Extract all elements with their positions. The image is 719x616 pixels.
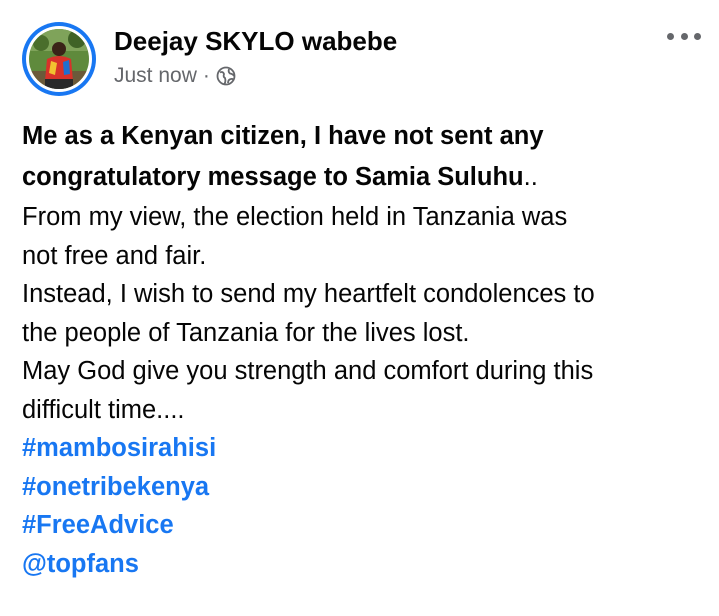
post-text-line: the people of Tanzania for the lives los… — [22, 318, 470, 347]
post-text-line: not free and fair. — [22, 241, 207, 270]
profile-photo — [29, 29, 89, 89]
post-text-line: Me as a Kenyan citizen, I have not sent … — [22, 122, 544, 150]
facebook-post: Deejay SKYLO wabebe Just now · Me as a K… — [0, 0, 719, 616]
avatar[interactable] — [29, 29, 89, 89]
post-body: Me as a Kenyan citizen, I have not sent … — [22, 116, 707, 583]
post-text-line: May God give you strength and comfort du… — [22, 357, 594, 385]
globe-icon[interactable] — [216, 66, 236, 86]
hashtag-link[interactable]: #onetribekenya — [22, 468, 707, 507]
more-dot — [680, 32, 688, 40]
avatar-border — [26, 26, 92, 92]
post-text-line: difficult time.... — [22, 395, 185, 424]
post-text-bold: congratulatory message to Samia Suluhu — [22, 163, 524, 191]
post-text-line: Instead, I wish to send my heartfelt con… — [22, 280, 595, 308]
post-text-line: congratulatory message to Samia Suluhu.. — [22, 157, 707, 198]
post-text-tail: .. — [523, 163, 538, 191]
more-dot — [694, 32, 701, 40]
post-meta: Just now · — [114, 64, 236, 88]
post-author-name[interactable]: Deejay SKYLO wabebe — [114, 26, 397, 57]
post-timestamp[interactable]: Just now — [114, 64, 197, 88]
mention-link[interactable]: @topfans — [22, 545, 707, 584]
post-text-line: From my view, the election held in Tanza… — [22, 203, 568, 231]
story-ring[interactable] — [22, 22, 96, 96]
more-horizontal-icon[interactable] — [667, 26, 701, 46]
meta-separator: · — [202, 64, 210, 87]
more-dot — [667, 32, 674, 40]
hashtag-link[interactable]: #FreeAdvice — [22, 506, 707, 545]
hashtag-link[interactable]: #mambosirahisi — [22, 429, 707, 468]
